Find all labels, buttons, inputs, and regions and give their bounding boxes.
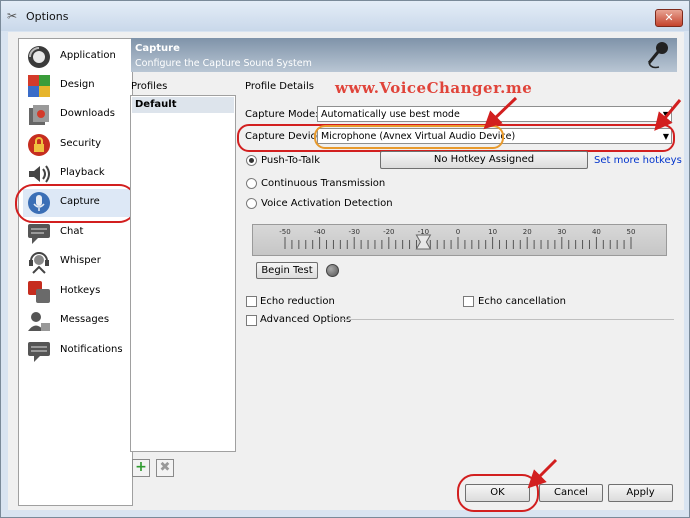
nav-label: Security (60, 138, 102, 149)
slider-tick-label: 40 (592, 228, 601, 236)
title-bar[interactable]: ✂ Options ✕ (1, 1, 689, 31)
nav-item-chat[interactable]: Chat (23, 219, 131, 247)
section-subtitle: Configure the Capture Sound System (135, 58, 312, 69)
nav-label: Hotkeys (60, 285, 101, 296)
watermark-text: www.VoiceChanger.me (335, 79, 533, 97)
voice-activation-label: Voice Activation Detection (261, 198, 393, 209)
profile-item-default[interactable]: Default (132, 97, 234, 113)
nav-item-application[interactable]: Application (23, 43, 131, 71)
hotkey-button[interactable]: No Hotkey Assigned (380, 151, 588, 169)
section-header: Capture Configure the Capture Sound Syst… (131, 38, 677, 72)
design-icon (28, 75, 50, 97)
microphone-icon (647, 42, 668, 69)
nav-label: Playback (60, 167, 105, 178)
annotation-oval-device (314, 125, 504, 149)
continuous-transmission-label: Continuous Transmission (261, 178, 386, 189)
slider-tick-label: 10 (488, 228, 497, 236)
nav-sidebar: Application Design Downloads Security Pl… (18, 38, 133, 506)
capture-mode-label: Capture Mode: (245, 109, 319, 120)
remove-profile-button[interactable]: ✖ (156, 459, 174, 477)
security-icon (28, 134, 50, 156)
slider-track: -50 -40 -30 -20 -10 0 10 20 30 40 50 (279, 228, 636, 250)
capture-mode-value: Automatically use best mode (321, 109, 460, 120)
whisper-icon (29, 252, 49, 274)
advanced-options-label: Advanced Options (260, 314, 352, 325)
push-to-talk-label: Push-To-Talk (261, 155, 320, 166)
nav-label: Whisper (60, 255, 101, 266)
nav-label: Notifications (60, 344, 123, 355)
nav-item-messages[interactable]: Messages (23, 307, 131, 335)
slider-tick-label: 20 (523, 228, 532, 236)
nav-label: Chat (60, 226, 84, 237)
advanced-options-checkbox[interactable] (246, 315, 257, 326)
echo-cancellation-checkbox[interactable] (463, 296, 474, 307)
slider-tick-label: -50 (279, 228, 290, 236)
options-window: ✂ Options ✕ Application Design Downloads… (0, 0, 690, 518)
nav-item-hotkeys[interactable]: Hotkeys (23, 278, 131, 306)
hotkeys-icon (28, 281, 50, 303)
slider-tick-label: -30 (348, 228, 359, 236)
dropdown-arrow-icon: ▼ (662, 110, 669, 119)
echo-cancellation-label: Echo cancellation (478, 296, 566, 307)
chat-icon (28, 224, 50, 244)
profile-details-label: Profile Details (245, 81, 314, 92)
voice-activation-radio[interactable] (246, 198, 257, 209)
slider-tick-label: 50 (627, 228, 636, 236)
annotation-circle-ok (457, 474, 539, 512)
set-more-hotkeys-link[interactable]: Set more hotkeys (594, 155, 682, 166)
begin-test-button[interactable]: Begin Test (256, 262, 318, 279)
profiles-list: Default (130, 95, 236, 452)
echo-reduction-label: Echo reduction (260, 296, 335, 307)
notifications-icon (28, 342, 50, 362)
nav-item-downloads[interactable]: Downloads (23, 101, 131, 129)
nav-label: Downloads (60, 108, 115, 119)
capture-mode-select[interactable]: Automatically use best mode ▼ (317, 106, 672, 122)
profiles-label: Profiles (131, 81, 168, 92)
nav-item-whisper[interactable]: Whisper (23, 248, 131, 276)
nav-label: Messages (60, 314, 110, 325)
slider-thumb[interactable] (415, 234, 432, 250)
nav-label: Design (60, 79, 95, 90)
nav-item-security[interactable]: Security (23, 131, 131, 159)
continuous-transmission-radio[interactable] (246, 178, 257, 189)
options-client-area: Application Design Downloads Security Pl… (8, 32, 684, 512)
test-indicator-icon (326, 264, 339, 277)
slider-tick-label: 0 (456, 228, 460, 236)
add-profile-button[interactable]: + (132, 459, 150, 477)
push-to-talk-radio[interactable] (246, 155, 257, 166)
nav-label: Application (60, 50, 116, 61)
close-button[interactable]: ✕ (655, 9, 683, 27)
apply-button[interactable]: Apply (608, 484, 673, 502)
arrow-ok (527, 458, 558, 489)
messages-icon (28, 312, 50, 331)
application-icon (28, 46, 50, 68)
window-title: Options (26, 10, 69, 23)
advanced-options-divider (341, 319, 674, 320)
nav-item-design[interactable]: Design (23, 72, 131, 100)
slider-tick-label: 30 (557, 228, 566, 236)
echo-reduction-checkbox[interactable] (246, 296, 257, 307)
voice-activation-slider[interactable]: -50 -40 -30 -20 -10 0 10 20 30 40 50 (252, 224, 667, 256)
cancel-button[interactable]: Cancel (539, 484, 603, 502)
slider-tick-label: -40 (314, 228, 325, 236)
slider-tick-label: -20 (383, 228, 394, 236)
nav-item-notifications[interactable]: Notifications (23, 337, 131, 365)
annotation-circle-capture (15, 184, 137, 223)
tools-icon: ✂ (7, 9, 18, 23)
section-title: Capture (135, 43, 180, 54)
downloads-icon (29, 105, 49, 125)
